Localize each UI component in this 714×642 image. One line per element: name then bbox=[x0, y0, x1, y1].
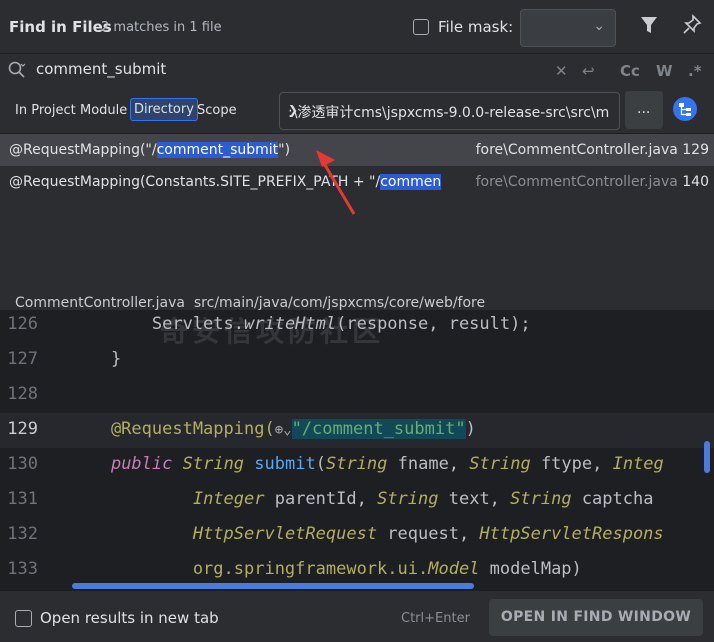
scope-row: In Project Module Directory Scope :\渗透审计… bbox=[0, 88, 714, 134]
file-mask-checkbox[interactable] bbox=[413, 19, 429, 35]
horizontal-scrollbar[interactable] bbox=[72, 583, 474, 589]
browse-label: ... bbox=[637, 101, 651, 117]
code-text: Integer parentId, String text, String ca… bbox=[192, 489, 654, 509]
preview-file-path: CommentController.java src/main/java/com… bbox=[15, 295, 486, 311]
code-line: 132 HttpServletRequest request, HttpServ… bbox=[0, 518, 714, 553]
match-case-toggle[interactable]: Cc bbox=[620, 62, 640, 80]
result-item[interactable]: @RequestMapping("/comment_submit") fore\… bbox=[0, 134, 714, 166]
open-in-new-tab-checkbox[interactable] bbox=[15, 610, 32, 627]
line-number: 126 bbox=[7, 314, 38, 334]
code-line: 131 Integer parentId, String text, Strin… bbox=[0, 483, 714, 518]
open-in-new-tab-label[interactable]: Open results in new tab bbox=[40, 609, 219, 627]
find-header: Find in Files 2 matches in 1 file File m… bbox=[0, 0, 714, 54]
result-item[interactable]: @RequestMapping(Constants.SITE_PREFIX_PA… bbox=[0, 166, 714, 198]
code-text: @RequestMapping(⊕⌄"/comment_submit") bbox=[70, 419, 476, 439]
code-text: public String submit(String fname, Strin… bbox=[110, 454, 664, 474]
newline-icon[interactable]: ↩ bbox=[582, 62, 595, 80]
line-number: 129 bbox=[7, 419, 38, 439]
footer: Open results in new tab Ctrl+Enter OPEN … bbox=[0, 590, 714, 642]
line-number: 131 bbox=[7, 489, 38, 509]
globe-icon: ⊕⌄ bbox=[274, 422, 292, 438]
results-list: @RequestMapping("/comment_submit") fore\… bbox=[0, 134, 714, 294]
tab-module[interactable]: Module bbox=[80, 103, 127, 118]
browse-button[interactable]: ... bbox=[625, 91, 663, 129]
open-in-find-window-button[interactable]: OPEN IN FIND WINDOW bbox=[489, 599, 703, 636]
search-row: ✕ ↩ Cc W .* bbox=[0, 54, 714, 88]
tab-scope[interactable]: Scope bbox=[197, 103, 237, 118]
code-line: 128 bbox=[0, 378, 714, 413]
directory-path-field[interactable]: :\渗透审计cms\jspxcms-9.0.0-release-src\src\… bbox=[279, 92, 620, 130]
search-icon[interactable] bbox=[7, 60, 27, 80]
file-mask-dropdown[interactable]: ⌄ bbox=[520, 9, 616, 47]
chevron-down-icon: ❯ bbox=[288, 103, 299, 117]
clear-icon[interactable]: ✕ bbox=[555, 62, 568, 80]
tab-in-project[interactable]: In Project bbox=[15, 103, 76, 118]
match-count: 2 matches in 1 file bbox=[101, 20, 222, 35]
filter-icon[interactable] bbox=[640, 14, 658, 36]
result-line-text: @RequestMapping(Constants.SITE_PREFIX_PA… bbox=[9, 174, 442, 190]
shortcut-hint: Ctrl+Enter bbox=[401, 611, 470, 626]
pin-icon[interactable] bbox=[682, 14, 702, 36]
dialog-title: Find in Files bbox=[9, 18, 112, 36]
module-structure-icon[interactable] bbox=[672, 96, 698, 122]
line-number: 132 bbox=[7, 524, 38, 544]
match-highlight: comment_submit bbox=[156, 142, 279, 158]
code-text: org.springframework.ui.Model modelMap) bbox=[70, 559, 582, 579]
result-file: fore\CommentController.java 140 bbox=[471, 174, 709, 190]
chevron-down-icon: ⌄ bbox=[593, 18, 605, 34]
tab-directory[interactable]: Directory bbox=[130, 98, 198, 121]
code-line: 130 public String submit(String fname, S… bbox=[0, 448, 714, 483]
result-line-text: @RequestMapping("/comment_submit") bbox=[9, 142, 291, 158]
line-number: 128 bbox=[7, 384, 38, 404]
words-toggle[interactable]: W bbox=[656, 62, 673, 80]
result-file: fore\CommentController.java 129 bbox=[471, 142, 709, 158]
code-line: 129 @RequestMapping(⊕⌄"/comment_submit") bbox=[0, 413, 714, 448]
line-number: 127 bbox=[7, 349, 38, 369]
regex-toggle[interactable]: .* bbox=[688, 62, 702, 80]
code-line: 127 } bbox=[0, 343, 714, 378]
code-text: } bbox=[70, 349, 122, 369]
code-text: Servlets.writeHtml(response, result); bbox=[70, 314, 531, 334]
search-input[interactable] bbox=[36, 60, 536, 78]
code-text: HttpServletRequest request, HttpServletR… bbox=[192, 524, 664, 544]
open-button-label: OPEN IN FIND WINDOW bbox=[500, 609, 692, 625]
line-number: 133 bbox=[7, 559, 38, 579]
vertical-scrollbar[interactable] bbox=[704, 441, 710, 473]
line-number: 130 bbox=[7, 454, 38, 474]
code-preview[interactable]: 奇安信攻防社区 126 Servlets.writeHtml(response,… bbox=[0, 310, 714, 590]
file-mask-label: File mask: bbox=[438, 18, 514, 36]
match-highlight: commen bbox=[380, 174, 442, 190]
code-line: 126 Servlets.writeHtml(response, result)… bbox=[0, 310, 714, 343]
